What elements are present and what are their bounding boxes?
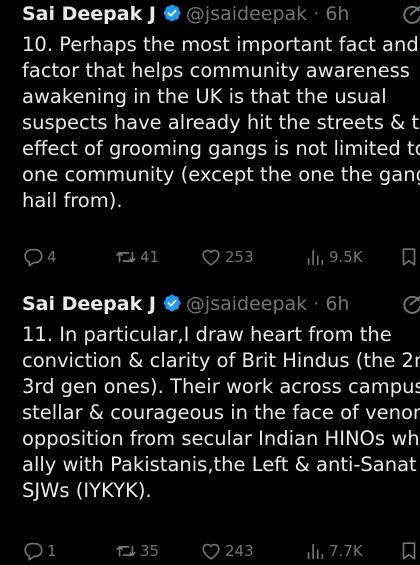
- tweet-text: 11. In particular,I draw heart from the …: [22, 322, 420, 504]
- retweet-button[interactable]: 41: [115, 243, 159, 271]
- tweet-text-line: ally with Pakistanis,the Left & anti-San…: [22, 453, 417, 476]
- tweet-actions: 1 35 243 7.7K: [0, 537, 420, 565]
- tweet-text-line: factor that helps community awareness: [22, 59, 410, 82]
- author-name[interactable]: Sai Deepak J: [22, 293, 156, 315]
- tweet-header: Sai Deepak J @jsaideepak · 6h: [22, 290, 349, 318]
- retweet-button[interactable]: 35: [115, 537, 159, 565]
- verified-badge-icon: [163, 4, 181, 22]
- views-count: 7.7K: [329, 542, 363, 560]
- tweet-text-line: one community (except the one the gang: [22, 163, 420, 186]
- separator-dot: ·: [313, 293, 320, 315]
- tweet-text-line: 11. In particular,I draw heart from the: [22, 323, 392, 346]
- reply-icon: [24, 542, 43, 561]
- tweet-text-line: opposition from secular Indian HINOs wh: [22, 427, 420, 450]
- grok-icon[interactable]: [400, 294, 420, 316]
- reply-count: 4: [47, 248, 57, 266]
- tweet-text-line: hail from).: [22, 189, 123, 212]
- like-icon: [202, 249, 220, 266]
- views-button[interactable]: 9.5K: [304, 243, 363, 271]
- retweet-count: 35: [140, 542, 160, 560]
- verified-badge-icon: [163, 294, 181, 312]
- like-icon: [202, 543, 220, 560]
- retweet-count: 41: [140, 248, 160, 266]
- tweet-text-line: 10. Perhaps the most important fact and: [22, 33, 419, 56]
- separator-dot: ·: [313, 3, 320, 25]
- tweet-text-line: effect of grooming gangs is not limited …: [22, 137, 420, 160]
- tweet-text-line: stellar & courageous in the face of veno…: [22, 401, 420, 424]
- reply-button[interactable]: 4: [22, 243, 57, 271]
- like-count: 253: [225, 248, 254, 266]
- grok-icon[interactable]: [400, 4, 420, 26]
- tweet-text-line: suspects have already hit the streets & …: [22, 111, 420, 134]
- tweet-header: Sai Deepak J @jsaideepak · 6h: [22, 0, 349, 28]
- retweet-icon: [116, 545, 136, 557]
- timestamp[interactable]: 6h: [325, 293, 349, 315]
- timestamp[interactable]: 6h: [325, 3, 349, 25]
- reply-count: 1: [47, 542, 57, 560]
- bookmark-button[interactable]: [398, 243, 420, 271]
- reply-button[interactable]: 1: [22, 537, 57, 565]
- author-handle[interactable]: @jsaideepak: [186, 293, 307, 315]
- tweet-actions: 4 41 253 9.5K: [0, 243, 420, 271]
- like-button[interactable]: 253: [200, 243, 254, 271]
- views-count: 9.5K: [329, 248, 363, 266]
- bookmark-button[interactable]: [398, 537, 420, 565]
- reply-icon: [24, 248, 43, 267]
- views-icon: [307, 543, 324, 560]
- like-count: 243: [225, 542, 254, 560]
- tweet-text-line: conviction & clarity of Brit Hindus (the…: [22, 349, 420, 372]
- author-handle[interactable]: @jsaideepak: [186, 3, 307, 25]
- views-icon: [307, 249, 324, 266]
- bookmark-icon: [402, 542, 416, 560]
- tweet-text-line: SJWs (IYKYK).: [22, 479, 152, 502]
- tweet-text: 10. Perhaps the most important fact and …: [22, 32, 420, 214]
- bookmark-icon: [402, 248, 416, 266]
- views-button[interactable]: 7.7K: [304, 537, 363, 565]
- like-button[interactable]: 243: [200, 537, 254, 565]
- retweet-icon: [116, 251, 136, 263]
- tweet-text-line: awakening in the UK is that the usual: [22, 85, 387, 108]
- tweet-text-line: 3rd gen ones). Their work across campus: [22, 375, 420, 398]
- author-name[interactable]: Sai Deepak J: [22, 3, 156, 25]
